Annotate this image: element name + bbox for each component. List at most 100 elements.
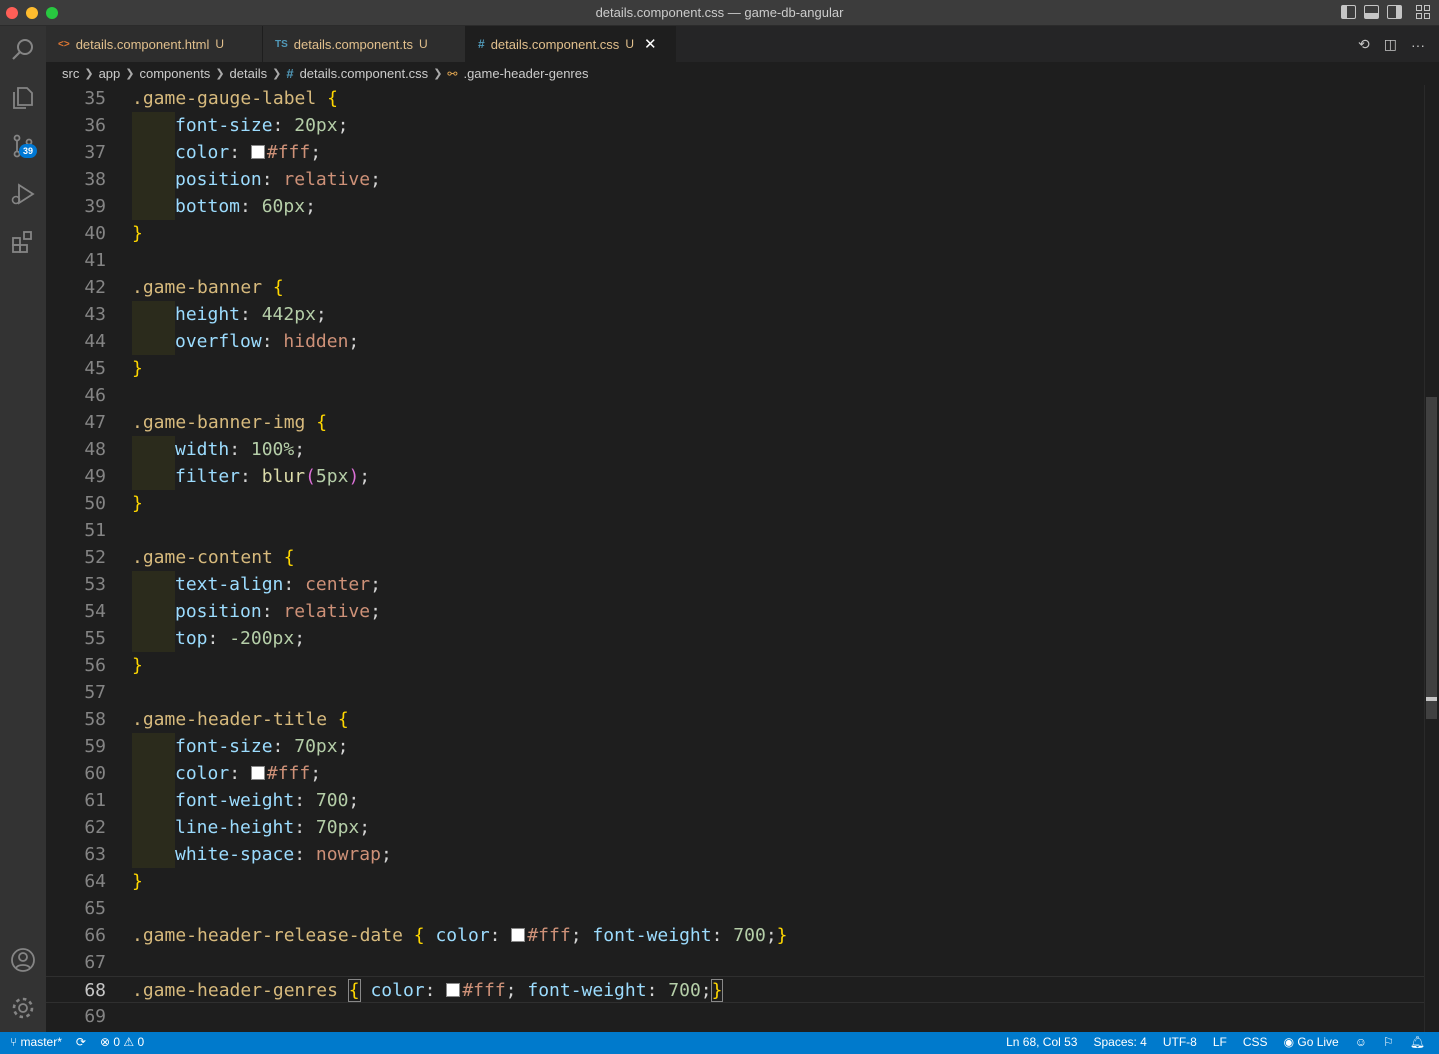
notifications-bell-icon[interactable]: 🔔︎	[1410, 1035, 1425, 1049]
error-icon: ⊗	[99, 1035, 114, 1049]
css-property: height	[175, 304, 241, 325]
code-line: 56}	[46, 652, 1424, 679]
css-property: white-space	[175, 844, 295, 865]
css-selector: .game-header-genres	[132, 980, 338, 1001]
css-property: top	[175, 628, 208, 649]
css-value: 700	[733, 925, 766, 946]
breadcrumb-item[interactable]: details	[230, 66, 268, 81]
breadcrumb-item[interactable]: details.component.css	[300, 66, 429, 81]
source-control-icon[interactable]: 39	[0, 124, 46, 168]
problems-item[interactable]: ⊗ 0 ⚠ 0	[100, 1035, 144, 1049]
tab-label: details.component.ts	[293, 36, 414, 52]
language-mode[interactable]: CSS	[1243, 1035, 1268, 1049]
line-number: 62	[84, 817, 106, 838]
line-number: 57	[84, 682, 106, 703]
line-number: 53	[84, 574, 106, 595]
css-file-icon: #	[478, 37, 485, 51]
color-swatch[interactable]	[446, 983, 461, 997]
code-line: 54 position: relative;	[46, 598, 1424, 625]
code-editor[interactable]: 35 .game-gauge-label { 36 font-size: 20px;…	[46, 85, 1439, 1032]
css-property: text-align	[175, 574, 284, 595]
css-value: #fff	[266, 142, 311, 163]
css-property: font-weight	[527, 980, 647, 1001]
css-selector: .game-banner	[132, 277, 263, 298]
indentation[interactable]: Spaces: 4	[1093, 1035, 1146, 1049]
line-number: 42	[84, 277, 106, 298]
scrollbar-thumb[interactable]	[1426, 397, 1437, 719]
css-value: #fff	[527, 925, 571, 946]
color-swatch[interactable]	[250, 145, 265, 159]
breadcrumb-item[interactable]: src	[62, 66, 79, 81]
close-tab-icon[interactable]: ✕	[644, 35, 657, 53]
go-live-button[interactable]: ◉ Go Live	[1284, 1035, 1339, 1049]
line-number: 59	[84, 736, 106, 757]
copilot-icon[interactable]: ☺	[1355, 1035, 1367, 1049]
line-number: 61	[84, 790, 106, 811]
account-icon[interactable]	[0, 938, 46, 982]
activity-bar: 39	[0, 26, 46, 1032]
tab-details-component-css[interactable]: # details.component.css U ✕	[466, 26, 676, 62]
line-number: 47	[84, 412, 106, 433]
css-selector: .game-gauge-label	[132, 88, 317, 109]
toggle-panel-icon[interactable]	[1364, 5, 1379, 19]
toggle-secondary-sidebar-icon[interactable]	[1387, 5, 1402, 19]
line-number: 40	[84, 223, 106, 244]
git-branch-item[interactable]: ⑂ master*	[10, 1035, 62, 1049]
extensions-icon[interactable]	[0, 220, 46, 264]
code-line: 60 color: #fff;	[46, 760, 1424, 787]
code-line: 69	[46, 1003, 1424, 1030]
line-number: 67	[84, 952, 106, 973]
more-actions-icon[interactable]: ···	[1411, 37, 1425, 53]
end-of-line[interactable]: LF	[1213, 1035, 1227, 1049]
css-property: filter	[175, 466, 241, 487]
code-line: 44 overflow: hidden;	[46, 328, 1424, 355]
code-line: 57	[46, 679, 1424, 706]
customize-layout-icon[interactable]	[1416, 5, 1431, 19]
breadcrumb-item[interactable]: .game-header-genres	[463, 66, 588, 81]
chevron-right-icon: ❯	[84, 68, 94, 80]
breadcrumb-item[interactable]: components	[139, 66, 210, 81]
line-number: 35	[84, 88, 106, 109]
open-changes-icon[interactable]: ⟲	[1358, 36, 1370, 53]
css-property: font-weight	[175, 790, 295, 811]
cursor-position[interactable]: Ln 68, Col 53	[1006, 1035, 1077, 1049]
code-line: 38 position: relative;	[46, 166, 1424, 193]
code-line: 39 bottom: 60px;	[46, 193, 1424, 220]
editor-tab-bar: <> details.component.html U TS details.c…	[46, 26, 1439, 62]
code-line: 46	[46, 382, 1424, 409]
css-value: 442px	[261, 304, 316, 325]
css-value: relative	[283, 169, 371, 190]
code-line: 43 height: 442px;	[46, 301, 1424, 328]
line-number: 46	[84, 385, 106, 406]
line-number: 58	[84, 709, 106, 730]
explorer-icon[interactable]	[0, 76, 46, 120]
css-value: #fff	[462, 980, 506, 1001]
code-line: 58 .game-header-title {	[46, 706, 1424, 733]
vertical-scrollbar[interactable]	[1424, 85, 1439, 1032]
line-number: 63	[84, 844, 106, 865]
css-property: color	[370, 980, 425, 1001]
toggle-primary-sidebar-icon[interactable]	[1341, 5, 1356, 19]
split-editor-icon[interactable]: ◫	[1384, 36, 1397, 53]
sync-icon[interactable]: ⟳	[76, 1035, 86, 1049]
css-selector: .game-content	[132, 547, 273, 568]
file-encoding[interactable]: UTF-8	[1163, 1035, 1197, 1049]
css-value: 70px	[294, 736, 338, 757]
run-debug-icon[interactable]	[0, 172, 46, 216]
feedback-icon[interactable]: ⚐	[1383, 1035, 1394, 1049]
line-number: 54	[84, 601, 106, 622]
settings-gear-icon[interactable]	[0, 986, 46, 1030]
breadcrumb-item[interactable]: app	[99, 66, 121, 81]
color-swatch[interactable]	[511, 928, 526, 942]
git-branch-icon: ⑂	[10, 1035, 21, 1049]
code-line: 64}	[46, 868, 1424, 895]
search-icon[interactable]	[0, 28, 46, 72]
code-line: 51	[46, 517, 1424, 544]
tab-details-component-ts[interactable]: TS details.component.ts U	[263, 26, 466, 62]
code-line: 67	[46, 949, 1424, 976]
tab-details-component-html[interactable]: <> details.component.html U	[46, 26, 263, 62]
color-swatch[interactable]	[250, 766, 265, 780]
line-number: 68	[84, 980, 106, 1001]
css-value: nowrap	[315, 844, 381, 865]
window-title: details.component.css — game-db-angular	[595, 5, 844, 20]
